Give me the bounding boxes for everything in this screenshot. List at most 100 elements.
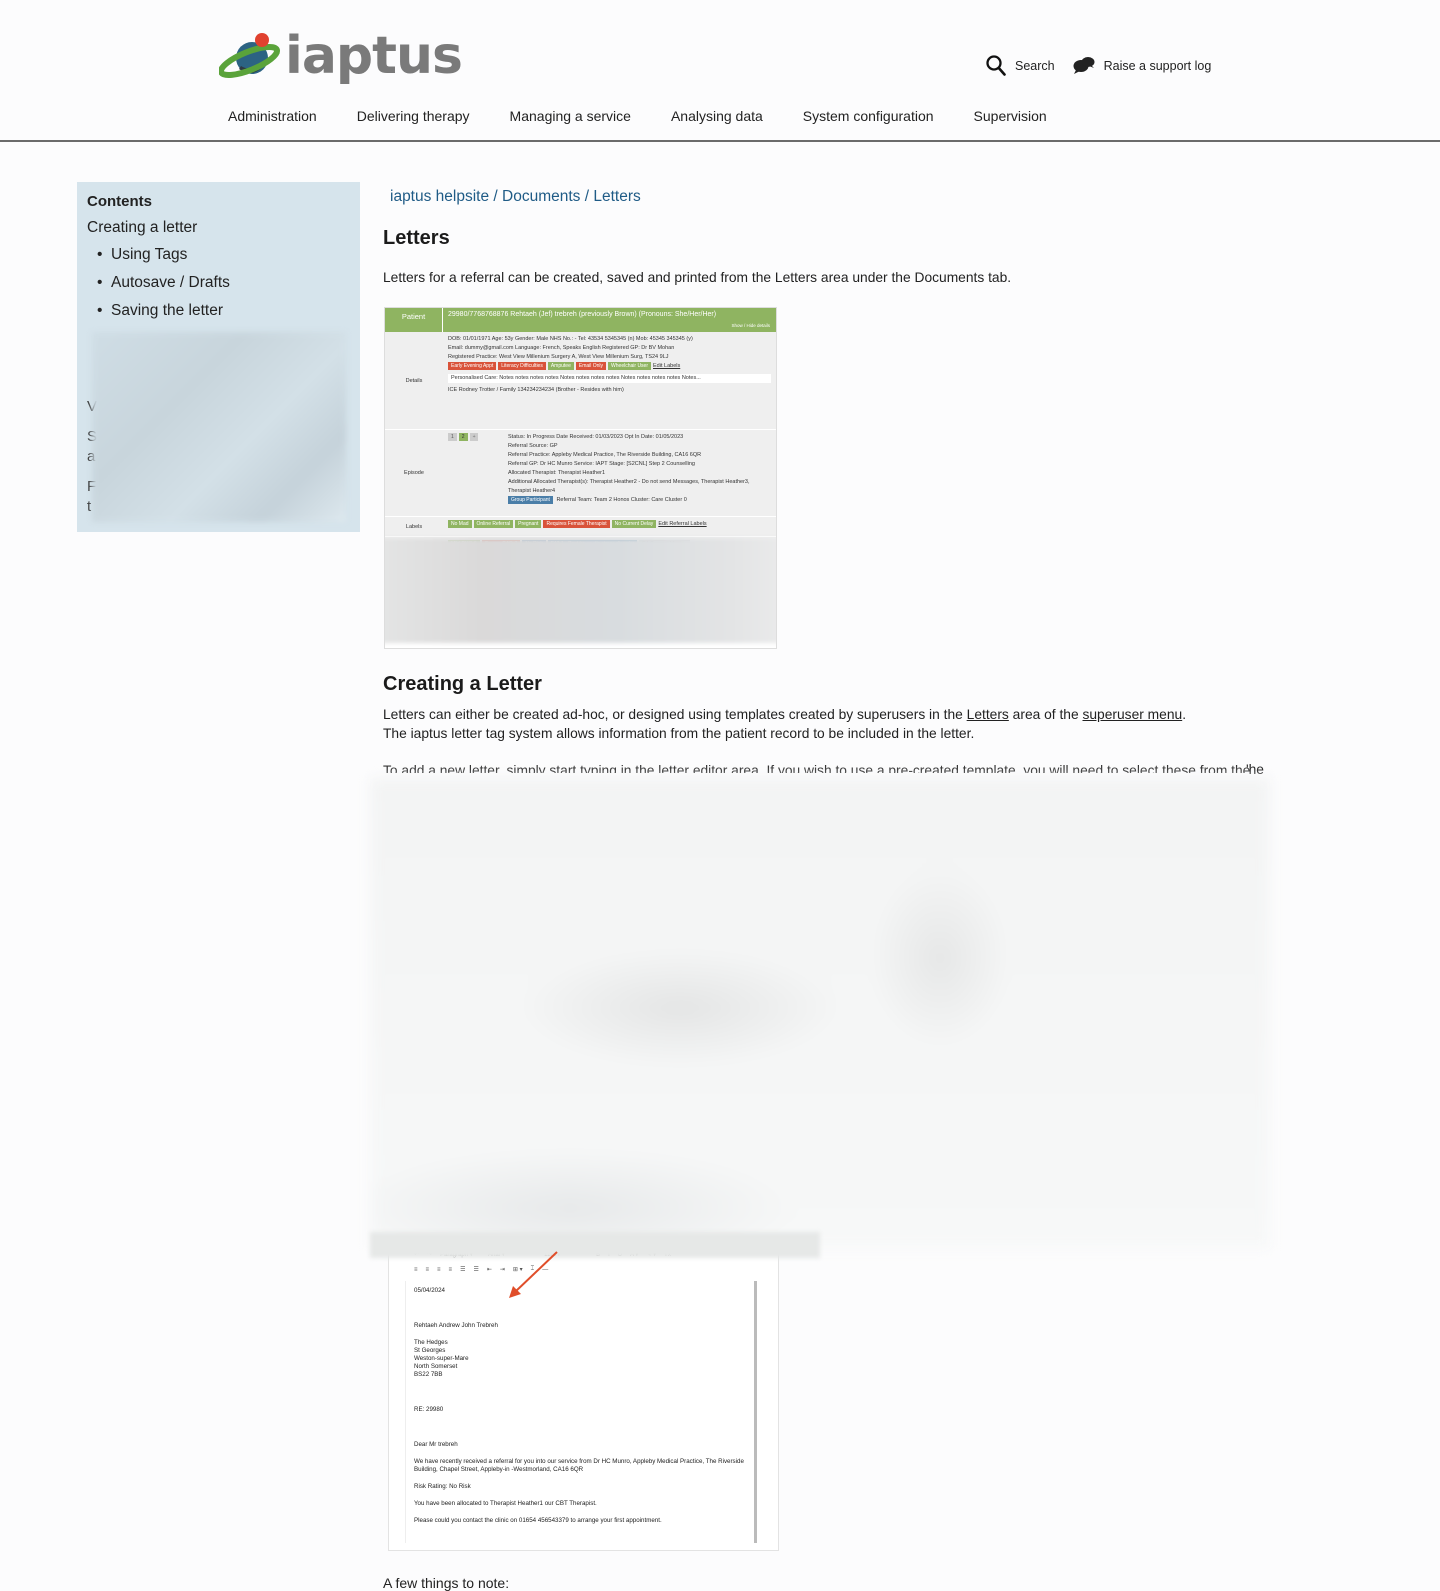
personalised-care: Personalised Care: Notes notes notes not… — [448, 374, 771, 383]
search-button[interactable]: Search — [986, 55, 1055, 76]
tag: Pregnant — [515, 520, 542, 528]
outdent-icon: ⇤ — [486, 1267, 492, 1273]
letter-line: Risk Rating: No Risk — [414, 1483, 471, 1490]
letter-line: The Hedges — [414, 1339, 448, 1346]
letter-line: BS22 7BB — [414, 1371, 443, 1378]
details-line: Registered Practice: West View Millenium… — [448, 354, 669, 360]
partially-hidden-text-end: 'he — [1246, 762, 1264, 777]
edit-labels-link: Edit Labels — [653, 363, 681, 369]
letter-body: 05/04/2024 Rehtaeh Andrew John Trebreh The… — [405, 1281, 757, 1543]
nav-delivering-therapy[interactable]: Delivering therapy — [357, 108, 470, 124]
letter-line: Please could you contact the clinic on 0… — [414, 1517, 662, 1524]
tag: Literacy Difficulties — [498, 362, 546, 370]
details-line: Email: dummy@gmail.com Language: French,… — [448, 345, 675, 351]
letter-line: Rehtaeh Andrew John Trebreh — [414, 1322, 498, 1329]
details-label: Details — [405, 377, 423, 384]
section-paragraph: Letters can either be created ad-hoc, or… — [383, 707, 1187, 722]
nav-system-configuration[interactable]: System configuration — [803, 108, 934, 124]
patient-record-screenshot: Patient 29980/7768768876 Rehtaeh (Jef) t… — [384, 307, 777, 649]
search-label: Search — [1015, 58, 1055, 73]
letter-line: St Georges — [414, 1347, 446, 1354]
episode-line: Referral Practice: Appleby Medical Pract… — [508, 452, 702, 458]
tag: No Current Delay — [611, 520, 657, 528]
referral-team: Referral Team: Team 2 Honos Cluster: Car… — [556, 497, 687, 503]
numbered-list-icon: ☰ — [473, 1267, 479, 1273]
episode-tab: 2 — [458, 433, 468, 441]
toc-title: Contents — [87, 193, 152, 210]
breadcrumb-helpsite[interactable]: iaptus helpsite — [390, 188, 489, 205]
partially-hidden-text: To add a new letter, simply start typing… — [383, 763, 1251, 773]
superuser-menu-link[interactable]: superuser menu — [1082, 707, 1182, 722]
nav-administration[interactable]: Administration — [228, 108, 317, 124]
breadcrumb: iaptus helpsite / Documents / Letters — [390, 188, 641, 205]
support-log-button[interactable]: Raise a support log — [1073, 56, 1212, 75]
logo-planet-icon — [217, 31, 283, 81]
ice-contact: ICE Rodney Trotter / Family 134234234234… — [448, 387, 624, 393]
breadcrumb-letters[interactable]: Letters — [593, 188, 640, 205]
page-title: Letters — [383, 227, 450, 249]
tag: Wheelchair User — [608, 362, 652, 370]
section-paragraph-2: The iaptus letter tag system allows info… — [383, 726, 975, 741]
site-header: iaptus Search Raise a support log Admini… — [0, 0, 1440, 142]
episode-line: Referral GP: Dr HC Munro Service: IAPT S… — [508, 461, 695, 467]
episode-tab: + — [469, 433, 479, 441]
align-right-icon: ≡ — [437, 1266, 441, 1273]
toc-item-using-tags[interactable]: • Using Tags — [87, 246, 350, 264]
section-title: Creating a Letter — [383, 673, 542, 695]
labels-label: Labels — [405, 523, 423, 530]
letters-link[interactable]: Letters — [967, 707, 1009, 722]
letter-line: 05/04/2024 — [414, 1287, 445, 1294]
episode-label: Episode — [404, 470, 424, 476]
episode-tab: 1 — [448, 433, 457, 441]
nav-managing-a-service[interactable]: Managing a service — [510, 108, 631, 124]
breadcrumb-documents[interactable]: Documents — [502, 188, 580, 205]
bullet-list-icon: ☰ — [460, 1267, 466, 1273]
toc-item-autosave-drafts[interactable]: • Autosave / Drafts — [87, 274, 350, 292]
tag: Early Evening Appt — [448, 362, 497, 370]
nav-analysing-data[interactable]: Analysing data — [671, 108, 763, 124]
redacted-region — [92, 332, 346, 522]
main-nav: Administration Delivering therapy Managi… — [228, 108, 1087, 124]
letter-line: RE: 29980 — [414, 1406, 444, 1413]
bullet: • — [97, 302, 103, 319]
toc-item-saving-the-letter[interactable]: • Saving the letter — [87, 302, 350, 320]
letter-editor-screenshot: ↶↷Paragraph ▾Arial ▾12pt ▾BIUA ▾✎ ▾Tx ≡≡… — [388, 1248, 779, 1551]
bullet: • — [97, 246, 103, 263]
redacted-region — [385, 538, 776, 643]
patient-label: Patient — [385, 308, 443, 332]
logo-text: iaptus — [285, 26, 463, 86]
notes-heading: A few things to note: — [383, 1575, 510, 1591]
tag: Email Only — [575, 362, 607, 370]
show-hide-details: Show / Hide details — [731, 322, 770, 328]
justify-icon: ≡ — [448, 1266, 453, 1273]
episode-line: Additional Allocated Therapist(s): Thera… — [508, 479, 750, 494]
toc-item-creating-a-letter[interactable]: Creating a letter — [87, 219, 350, 237]
episode-line: Status: In Progress Date Received: 01/03… — [508, 434, 684, 440]
episode-line: Referral Source: GP — [508, 443, 558, 449]
bullet: • — [97, 274, 103, 291]
letter-line: We have recently received a referral for… — [414, 1458, 744, 1473]
toc-partial-text: t — [87, 498, 92, 515]
main-content: iaptus helpsite / Documents / Letters Le… — [383, 188, 1263, 287]
iaptus-logo[interactable]: iaptus — [217, 26, 463, 86]
tag: No Mad — [448, 520, 472, 528]
letter-line: Weston-super-Mare — [414, 1355, 469, 1362]
edit-referral-labels-link: Edit Referral Labels — [658, 521, 707, 527]
chat-bubbles-icon — [1073, 57, 1095, 74]
nav-supervision[interactable]: Supervision — [974, 108, 1047, 124]
support-log-label: Raise a support log — [1103, 58, 1212, 73]
letter-line: Dear Mr trebreh — [414, 1441, 458, 1448]
table-of-contents: Contents Creating a letter • Using Tags •… — [77, 182, 360, 532]
